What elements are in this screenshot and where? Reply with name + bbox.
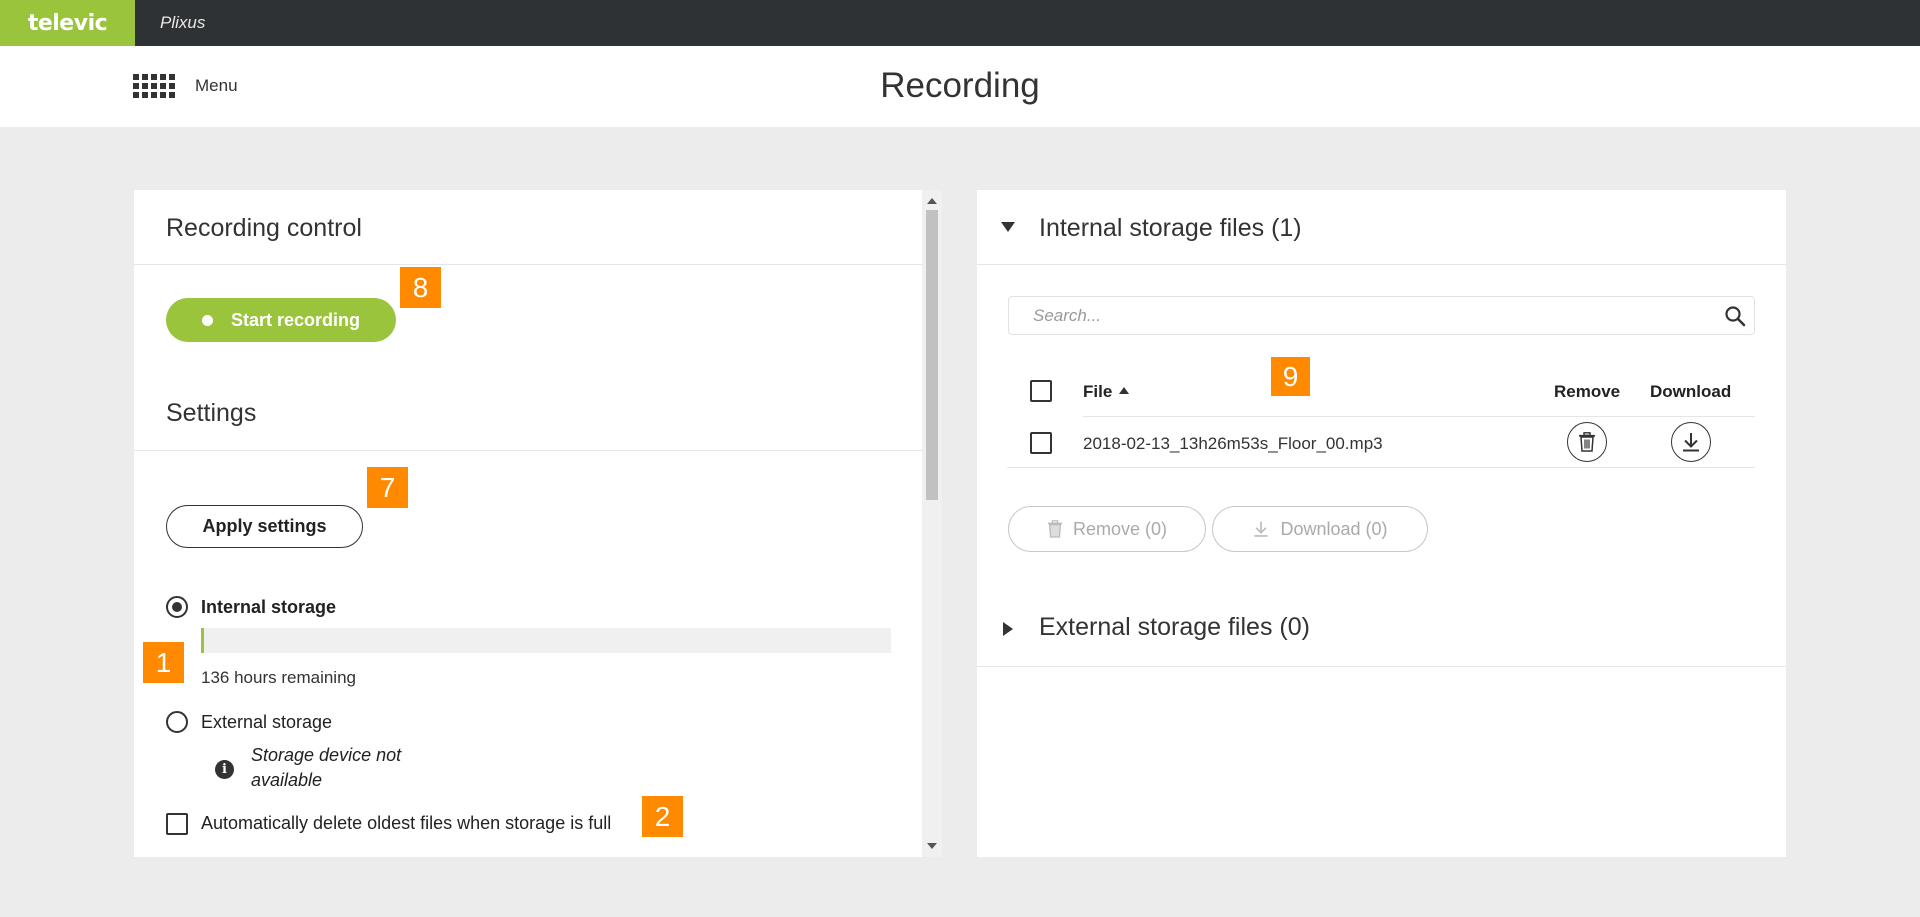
row-checkbox[interactable] — [1030, 432, 1052, 454]
callout-badge-2: 2 — [642, 796, 683, 837]
download-selected-label: Download (0) — [1280, 518, 1388, 539]
divider — [134, 264, 922, 265]
internal-files-title[interactable]: Internal storage files (1) — [1039, 214, 1302, 243]
recording-panel: Recording control Start recording 8 Sett… — [134, 190, 922, 857]
record-dot-icon — [201, 314, 213, 326]
internal-storage-label: Internal storage — [201, 597, 337, 617]
trash-icon — [1047, 520, 1063, 538]
file-column-header[interactable]: File — [1083, 382, 1112, 402]
auto-delete-checkbox[interactable] — [166, 813, 188, 835]
scroll-down-icon[interactable] — [927, 843, 937, 849]
divider — [1083, 416, 1755, 417]
storage-unavailable-text: Storage device not available — [251, 745, 402, 790]
trash-icon — [1579, 432, 1595, 452]
divider — [977, 666, 1786, 667]
settings-title: Settings — [166, 399, 257, 427]
triangle-right-icon[interactable] — [1003, 622, 1013, 636]
divider — [977, 264, 1786, 265]
search-box — [1008, 296, 1755, 335]
apply-settings-button[interactable]: Apply settings — [166, 505, 363, 548]
televic-logo: televic — [0, 0, 135, 46]
callout-badge-1: 1 — [143, 642, 184, 683]
page-header: Menu Recording — [0, 46, 1920, 127]
files-panel: Internal storage files (1) File 9 Remove… — [977, 190, 1786, 857]
sort-asc-icon[interactable] — [1119, 387, 1129, 394]
auto-delete-label: Automatically delete oldest files when s… — [201, 813, 612, 833]
external-storage-radio[interactable] — [166, 711, 188, 733]
select-all-checkbox[interactable] — [1030, 380, 1052, 402]
remove-selected-button[interactable]: Remove (0) — [1008, 506, 1206, 552]
info-icon: i — [215, 760, 234, 779]
divider — [1007, 467, 1755, 468]
storage-usage-fill — [201, 628, 204, 653]
top-bar: televic Plixus — [0, 0, 1920, 46]
app-name: Plixus — [160, 13, 206, 32]
left-panel-scrollbar[interactable] — [922, 190, 942, 857]
search-icon[interactable] — [1724, 305, 1746, 327]
page-title: Recording — [880, 66, 1040, 105]
start-recording-button[interactable]: Start recording — [166, 298, 396, 342]
start-recording-label: Start recording — [230, 309, 361, 330]
callout-badge-9: 9 — [1271, 357, 1310, 396]
internal-storage-radio[interactable] — [166, 596, 188, 618]
storage-usage-bar — [201, 628, 891, 653]
scroll-up-icon[interactable] — [927, 198, 937, 204]
recording-control-title: Recording control — [166, 214, 362, 242]
download-file-button[interactable] — [1671, 422, 1711, 462]
file-name[interactable]: 2018-02-13_13h26m53s_Floor_00.mp3 — [1083, 434, 1383, 454]
divider — [134, 450, 922, 451]
callout-badge-8: 8 — [400, 267, 441, 308]
external-storage-label: External storage — [201, 712, 333, 732]
remove-selected-label: Remove (0) — [1072, 518, 1168, 539]
callout-badge-7: 7 — [367, 467, 408, 508]
download-icon — [1683, 433, 1699, 452]
scroll-thumb[interactable] — [926, 210, 938, 500]
triangle-down-icon[interactable] — [1001, 222, 1015, 232]
external-files-title[interactable]: External storage files (0) — [1039, 613, 1310, 642]
search-input[interactable] — [1009, 297, 1709, 334]
download-column-header: Download — [1650, 382, 1732, 401]
download-icon — [1254, 521, 1269, 537]
remaining-time-text: 136 hours remaining — [201, 668, 356, 687]
remove-file-button[interactable] — [1567, 422, 1607, 462]
download-selected-button[interactable]: Download (0) — [1212, 506, 1428, 552]
remove-column-header: Remove — [1554, 382, 1621, 401]
